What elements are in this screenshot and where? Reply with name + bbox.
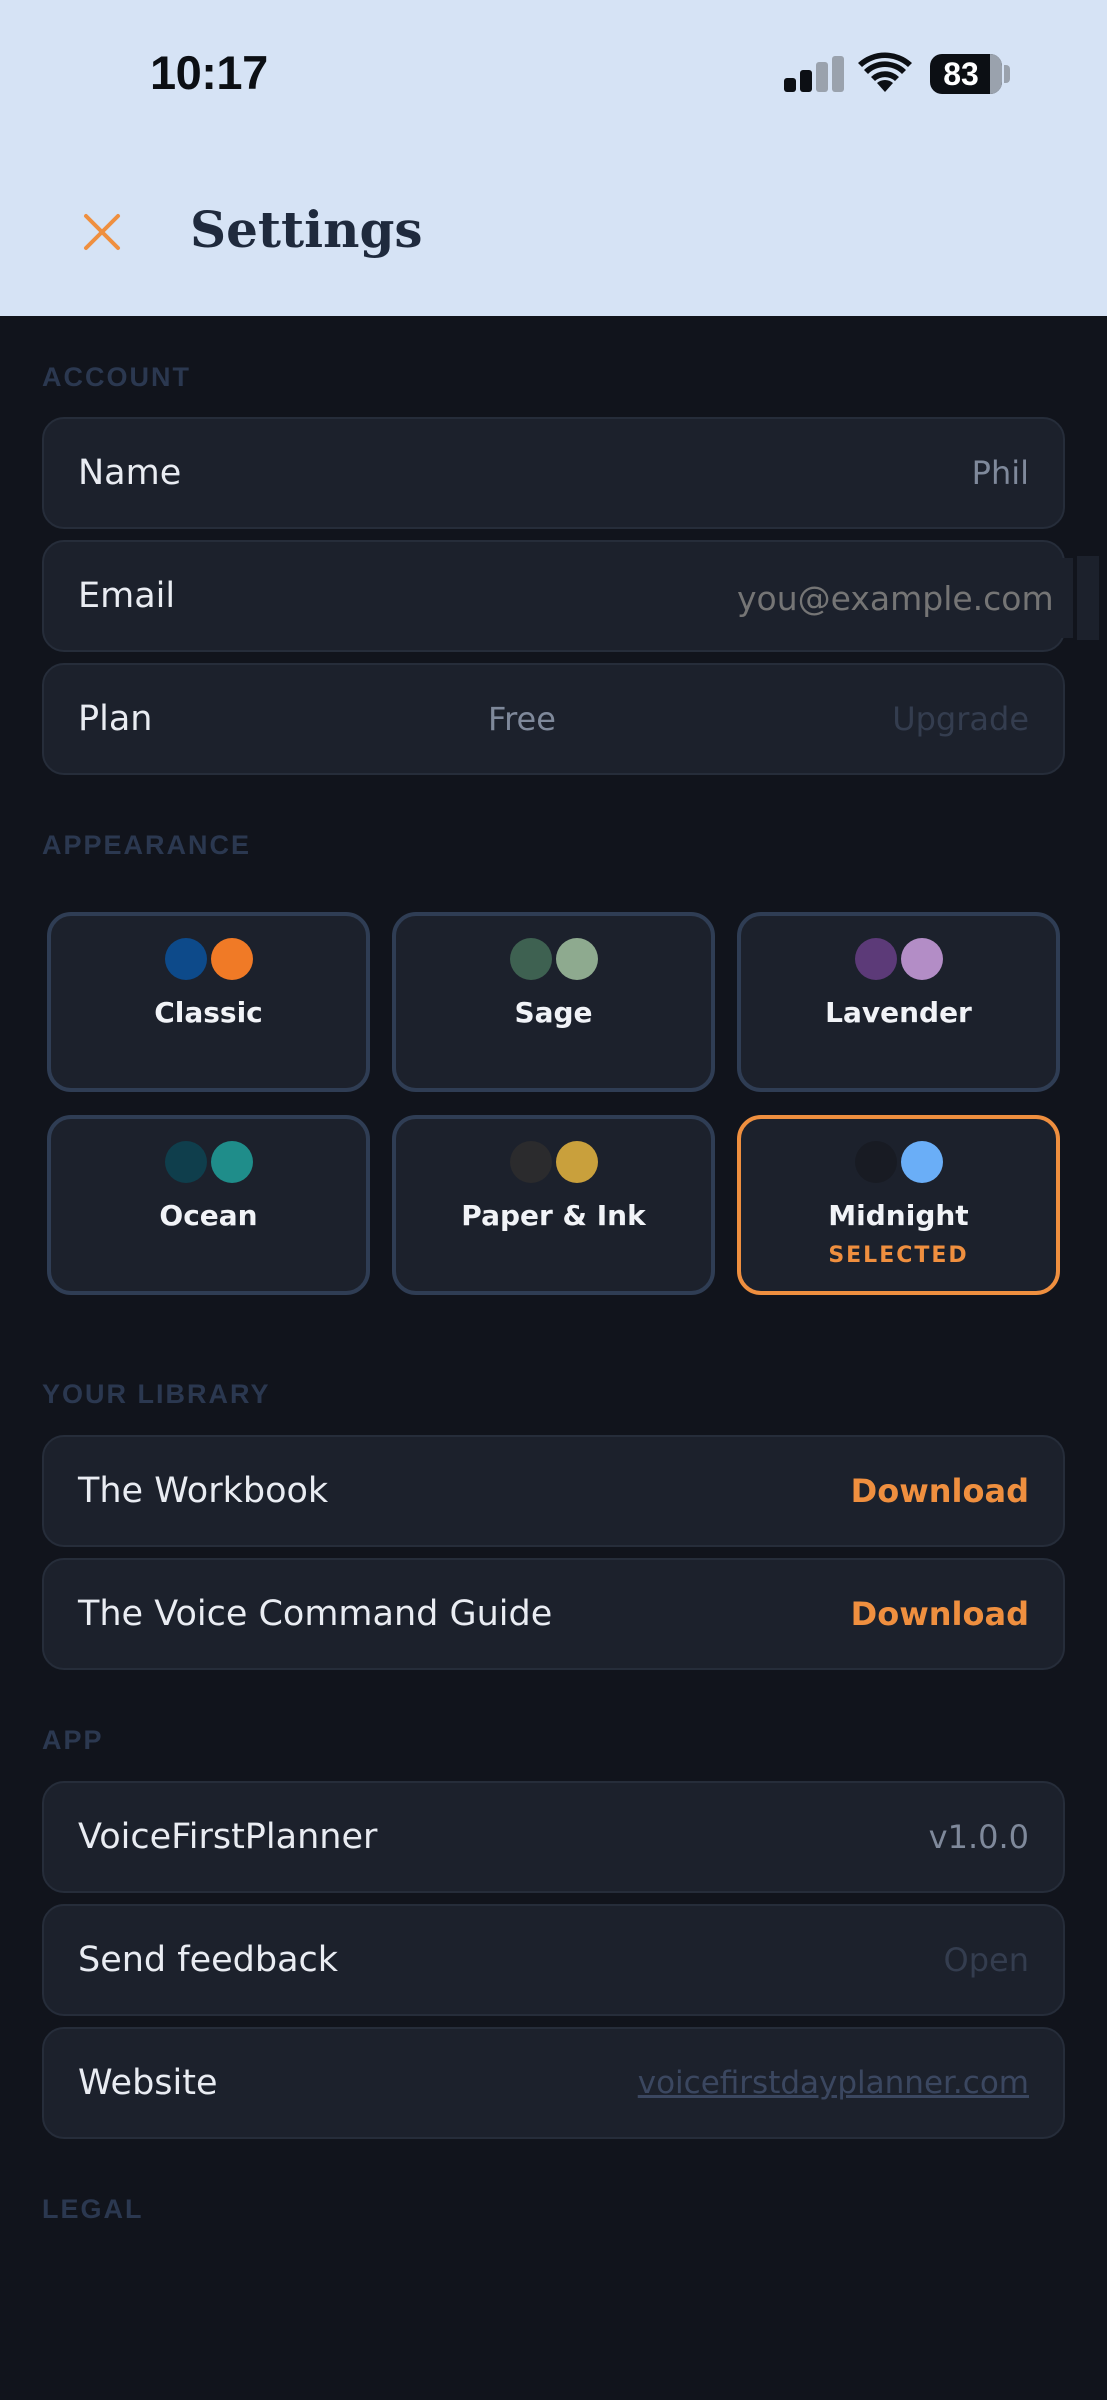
theme-classic[interactable]: Classic xyxy=(47,912,370,1092)
swatch-accent xyxy=(555,1141,598,1183)
battery-level: 83 xyxy=(943,56,979,92)
email-field[interactable] xyxy=(733,558,1073,638)
email-row: Email xyxy=(42,540,1073,652)
theme-name: Paper & Ink xyxy=(461,1199,646,1232)
download-button[interactable]: Download xyxy=(851,1560,1029,1668)
plan-value: Free xyxy=(488,700,556,738)
section-label-app: APP xyxy=(42,1725,104,1755)
swatch-accent xyxy=(210,1141,253,1183)
version-value: v1.0.0 xyxy=(928,1818,1029,1856)
version-row: VoiceFirstPlanner v1.0.0 xyxy=(42,1781,1065,1893)
name-label: Name xyxy=(78,453,182,493)
theme-name: Midnight xyxy=(828,1199,969,1232)
swatch-primary xyxy=(509,938,552,980)
website-label: Website xyxy=(78,2063,218,2103)
library-item: The Voice Command Guide Download xyxy=(42,1558,1065,1670)
swatch-accent xyxy=(900,938,943,980)
feedback-label: Send feedback xyxy=(78,1940,339,1980)
selected-badge: SELECTED xyxy=(828,1243,969,1268)
theme-swatches xyxy=(51,1141,366,1183)
theme-swatches xyxy=(396,1141,711,1183)
theme-swatches xyxy=(741,938,1056,980)
swatch-accent xyxy=(555,938,598,980)
theme-name: Ocean xyxy=(159,1199,258,1232)
website-link[interactable]: voicefirstdayplanner.com xyxy=(638,2029,1029,2137)
app-name-label: VoiceFirstPlanner xyxy=(78,1817,378,1857)
wifi-icon xyxy=(858,52,912,92)
swatch-primary xyxy=(164,1141,207,1183)
close-button[interactable] xyxy=(78,208,126,256)
library-item: The Workbook Download xyxy=(42,1435,1065,1547)
swatch-accent xyxy=(210,938,253,980)
theme-ocean[interactable]: Ocean xyxy=(47,1115,370,1295)
close-icon xyxy=(84,214,120,250)
theme-name: Lavender xyxy=(825,996,972,1029)
theme-swatches xyxy=(51,938,366,980)
feedback-row[interactable]: Send feedback Open xyxy=(42,1904,1065,2016)
theme-name: Classic xyxy=(154,996,263,1029)
swatch-primary xyxy=(854,938,897,980)
theme-paper-ink[interactable]: Paper & Ink xyxy=(392,1115,715,1295)
swatch-primary xyxy=(854,1141,897,1183)
header: 10:17 83 Settings xyxy=(0,0,1107,316)
section-label-legal: LEGAL xyxy=(42,2194,144,2224)
theme-name: Sage xyxy=(514,996,593,1029)
email-field-edge xyxy=(1077,556,1099,640)
page-title: Settings xyxy=(190,200,423,259)
plan-label: Plan xyxy=(78,699,153,739)
section-label-appearance: APPEARANCE xyxy=(42,830,252,860)
cellular-signal-icon xyxy=(784,56,844,92)
email-label: Email xyxy=(78,576,176,616)
open-feedback-button[interactable]: Open xyxy=(944,1906,1029,2014)
theme-swatches xyxy=(396,938,711,980)
swatch-primary xyxy=(509,1141,552,1183)
plan-row: Plan Free Upgrade xyxy=(42,663,1065,775)
website-row: Website voicefirstdayplanner.com xyxy=(42,2027,1065,2139)
library-item-label: The Voice Command Guide xyxy=(78,1594,553,1634)
download-button[interactable]: Download xyxy=(851,1437,1029,1545)
section-label-account: ACCOUNT xyxy=(42,362,191,392)
section-label-library: YOUR LIBRARY xyxy=(42,1379,271,1409)
name-row[interactable]: Name Phil xyxy=(42,417,1065,529)
upgrade-button[interactable]: Upgrade xyxy=(892,665,1029,773)
status-time: 10:17 xyxy=(150,46,268,99)
library-item-label: The Workbook xyxy=(78,1471,329,1511)
theme-sage[interactable]: Sage xyxy=(392,912,715,1092)
name-value: Phil xyxy=(971,454,1029,492)
battery-tip xyxy=(1004,65,1010,83)
swatch-accent xyxy=(900,1141,943,1183)
theme-swatches xyxy=(741,1141,1056,1183)
theme-lavender[interactable]: Lavender xyxy=(737,912,1060,1092)
swatch-primary xyxy=(164,938,207,980)
theme-midnight[interactable]: Midnight SELECTED xyxy=(737,1115,1060,1295)
battery-icon: 83 xyxy=(930,54,1002,94)
